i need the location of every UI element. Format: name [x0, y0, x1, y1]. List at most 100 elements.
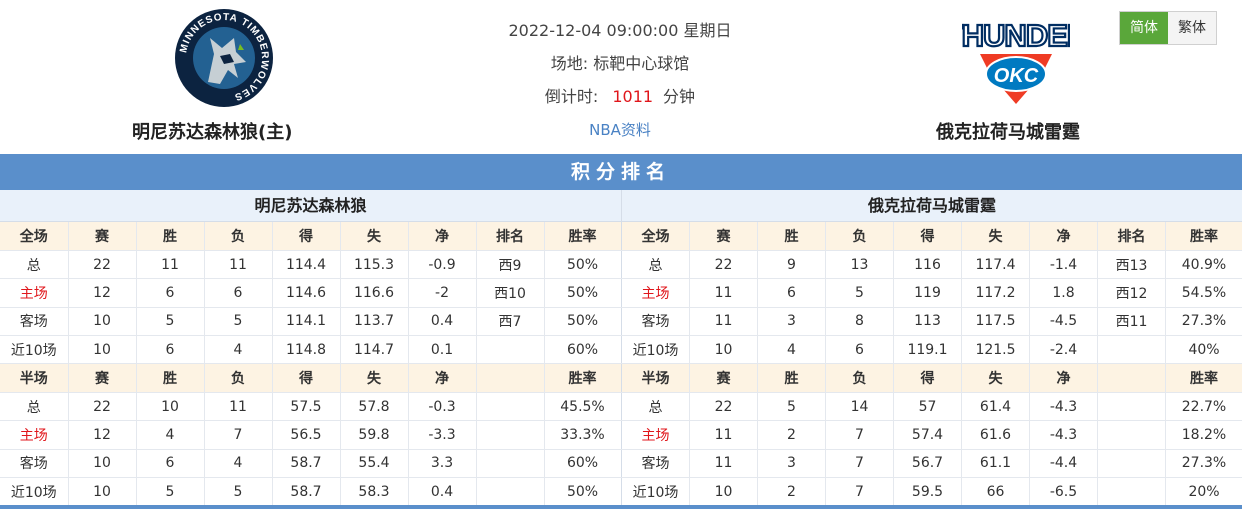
column-header: 净 [408, 222, 477, 251]
table-cell [1097, 335, 1166, 365]
table-cell: 5 [136, 307, 205, 337]
table-cell: 117.2 [961, 278, 1030, 308]
column-header: 负 [825, 222, 894, 251]
table-cell: 22.7% [1165, 392, 1242, 422]
column-header [1097, 363, 1166, 393]
table-row: 近10场 10 4 6 119.1 121.5 -2.4 40% [621, 335, 1242, 365]
table-cell: -0.9 [408, 250, 477, 280]
table-row: 近10场 10 2 7 59.5 66 -6.5 20% [621, 477, 1242, 507]
table-cell: 西10 [476, 278, 545, 308]
row-label: 客场 [621, 307, 690, 337]
table-cell: -2 [408, 278, 477, 308]
home-team-name: 明尼苏达森林狼(主) [132, 122, 293, 143]
timberwolves-logo[interactable]: MINNESOTA TIMBERWOLVES [174, 8, 274, 108]
table-cell: 22 [68, 392, 137, 422]
away-standings-table: 全场赛胜负得失净排名 胜率总 22 9 13 116 117.4 -1.4 西13 40.9% 主场… [621, 222, 1242, 507]
column-header: 胜率 [544, 363, 622, 393]
table-cell: 1.8 [1029, 278, 1098, 308]
table-cell: 119.1 [893, 335, 962, 365]
table-cell: 114.6 [272, 278, 341, 308]
table-row: 近10场 10 5 5 58.7 58.3 0.4 50% [0, 477, 622, 507]
table-cell: 27.3% [1165, 307, 1242, 337]
row-label: 总 [621, 392, 690, 422]
table-cell: -2.4 [1029, 335, 1098, 365]
row-label: 近10场 [0, 335, 69, 365]
row-label: 近10场 [0, 477, 69, 507]
traditional-chinese-button[interactable]: 繁体 [1168, 12, 1216, 44]
table-cell: 114.1 [272, 307, 341, 337]
table-cell: 57.5 [272, 392, 341, 422]
table-cell: 22 [68, 250, 137, 280]
table-cell: 45.5% [544, 392, 622, 422]
column-header: 胜 [757, 222, 826, 251]
column-header: 负 [825, 363, 894, 393]
table-cell: 7 [825, 477, 894, 507]
row-label: 总 [621, 250, 690, 280]
match-header: MINNESOTA TIMBERWOLVES 明尼苏达森林狼(主) 2022-1… [0, 0, 1242, 154]
table-cell [476, 335, 545, 365]
home-standings-team-name: 明尼苏达森林狼 [0, 190, 621, 222]
table-cell: 11 [136, 250, 205, 280]
table-header-row: 全场赛胜负得失净排名 胜率 [0, 222, 622, 251]
table-cell: 20% [1165, 477, 1242, 507]
table-cell: 57 [893, 392, 962, 422]
table-header-row: 全场赛胜负得失净排名 胜率 [621, 222, 1242, 251]
table-cell: 14 [825, 392, 894, 422]
table-cell: 6 [136, 449, 205, 479]
table-cell: 50% [544, 477, 622, 507]
table-cell: 113.7 [340, 307, 409, 337]
table-cell: 61.6 [961, 420, 1030, 450]
table-cell: 22 [689, 250, 758, 280]
table-cell: 11 [204, 392, 273, 422]
column-header: 得 [893, 222, 962, 251]
table-cell: 58.7 [272, 449, 341, 479]
table-cell: 5 [825, 278, 894, 308]
table-cell: 2 [757, 477, 826, 507]
column-header: 胜率 [1165, 363, 1242, 393]
table-row: 总 22 9 13 116 117.4 -1.4 西13 40.9% [621, 250, 1242, 280]
table-cell: 西7 [476, 307, 545, 337]
standings-title: 积分排名 [0, 154, 1242, 190]
table-cell: 119 [893, 278, 962, 308]
column-header: 负 [204, 363, 273, 393]
column-header: 胜率 [544, 222, 622, 251]
column-header: 得 [893, 363, 962, 393]
table-cell: 3 [757, 307, 826, 337]
column-header: 半场 [0, 363, 69, 393]
column-header: 排名 [476, 222, 545, 251]
column-header: 胜 [136, 222, 205, 251]
table-cell: 50% [544, 250, 622, 280]
table-cell: -4.4 [1029, 449, 1098, 479]
table-cell: 12 [68, 278, 137, 308]
thunder-logo[interactable]: THUNDER OKC [943, 14, 1091, 106]
table-cell: 10 [68, 449, 137, 479]
table-cell: 116 [893, 250, 962, 280]
table-cell: 西11 [1097, 307, 1166, 337]
countdown-unit: 分钟 [663, 87, 696, 106]
table-cell: 7 [204, 420, 273, 450]
table-cell: 58.7 [272, 477, 341, 507]
home-standings-table: 全场赛胜负得失净排名 胜率总 22 11 11 114.4 115.3 -0.9 西9 50% 主场… [0, 222, 622, 507]
table-cell: 113 [893, 307, 962, 337]
table-cell: 5 [757, 392, 826, 422]
column-header: 赛 [68, 363, 137, 393]
row-label: 主场 [0, 278, 69, 308]
table-cell: -1.4 [1029, 250, 1098, 280]
table-cell: -4.3 [1029, 420, 1098, 450]
column-header: 胜 [136, 363, 205, 393]
nba-info-link[interactable]: NBA资料 [589, 121, 651, 139]
table-cell: 60% [544, 335, 622, 365]
table-cell: 27.3% [1165, 449, 1242, 479]
table-cell: 115.3 [340, 250, 409, 280]
table-cell: -4.3 [1029, 392, 1098, 422]
away-standings-team-name: 俄克拉荷马城雷霆 [621, 190, 1242, 222]
table-cell: 6 [204, 278, 273, 308]
table-cell: -3.3 [408, 420, 477, 450]
table-header-row: 半场赛胜负得失净 胜率 [621, 363, 1242, 393]
row-label: 主场 [621, 278, 690, 308]
column-header: 赛 [689, 222, 758, 251]
column-header: 全场 [621, 222, 690, 251]
simplified-chinese-button[interactable]: 简体 [1120, 12, 1168, 44]
standings-section: 积分排名 明尼苏达森林狼 俄克拉荷马城雷霆 全场赛胜负得失净排名 胜率总 22 11 1… [0, 154, 1242, 509]
logo-wordmark: THUNDER [962, 18, 1070, 53]
